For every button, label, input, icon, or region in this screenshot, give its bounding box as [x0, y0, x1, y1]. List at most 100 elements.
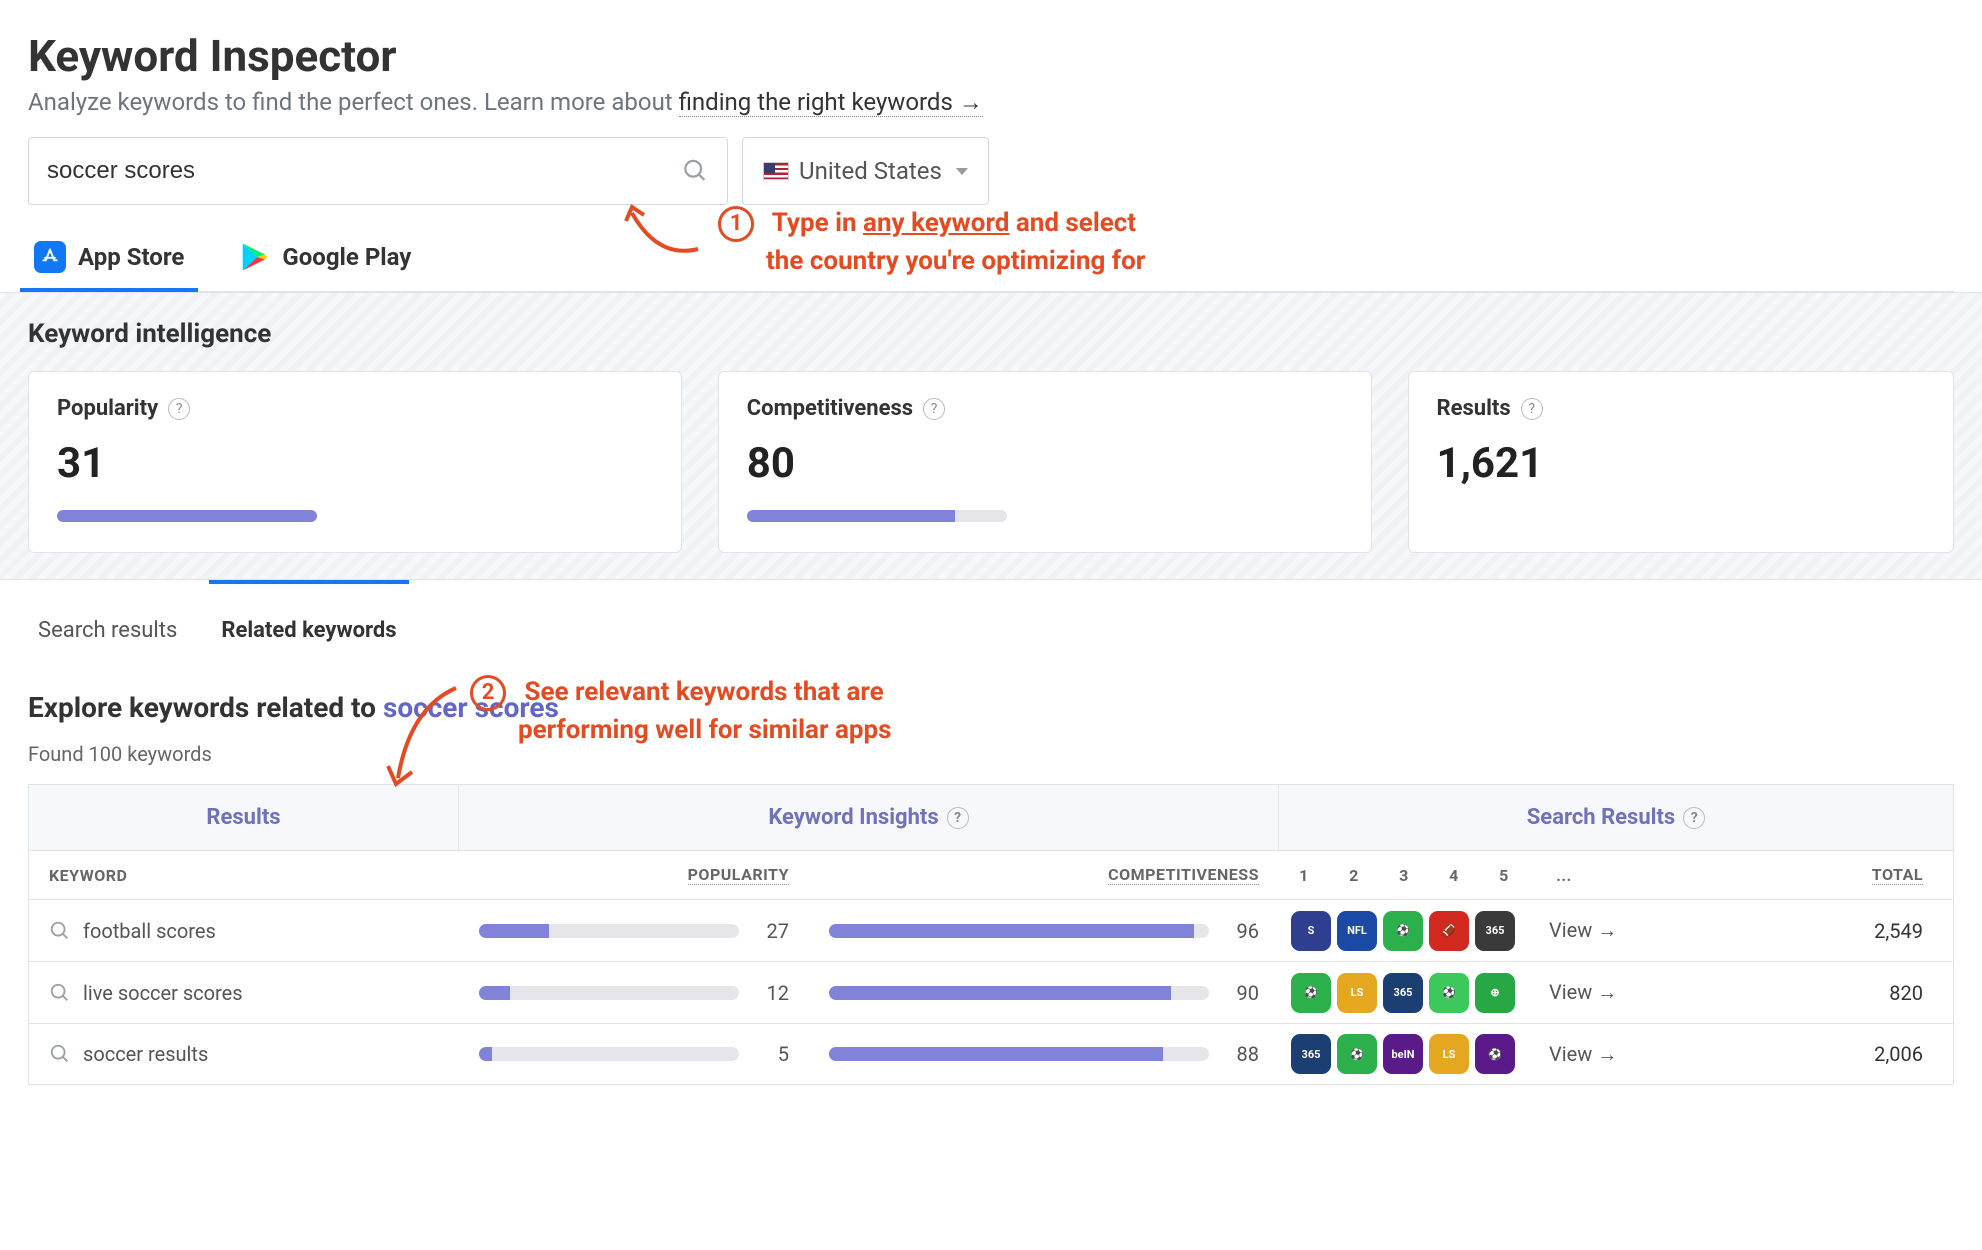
- tab-google-play-label: Google Play: [282, 243, 411, 271]
- popularity-row-bar: [479, 986, 739, 1000]
- app-icon[interactable]: ⚽: [1383, 911, 1423, 951]
- results-card: Results ? 1,621: [1408, 371, 1955, 553]
- col-2: 2: [1329, 852, 1379, 899]
- tab-google-play[interactable]: Google Play: [236, 235, 415, 291]
- total-cell: 2,549: [1669, 919, 1953, 943]
- view-link[interactable]: View →: [1549, 918, 1669, 943]
- search-icon: [49, 1043, 71, 1065]
- popularity-bar: [57, 510, 317, 522]
- us-flag-icon: [763, 162, 789, 180]
- competitiveness-row-value: 88: [1223, 1042, 1259, 1066]
- subtitle-link[interactable]: finding the right keywords →: [679, 88, 983, 117]
- competitiveness-label: Competitiveness: [747, 396, 913, 421]
- app-icon[interactable]: LS: [1429, 1034, 1469, 1074]
- search-icon[interactable]: [682, 157, 709, 185]
- keyword-search-box[interactable]: [28, 137, 728, 205]
- col-competitiveness[interactable]: COMPETITIVENESS: [809, 851, 1279, 899]
- competitiveness-row-value: 96: [1223, 919, 1259, 943]
- help-icon[interactable]: ?: [947, 807, 969, 829]
- col-popularity[interactable]: POPULARITY: [459, 851, 809, 899]
- popularity-cell: 12: [459, 981, 809, 1005]
- keyword-cell[interactable]: football scores: [29, 919, 459, 943]
- col-more: ...: [1529, 852, 1599, 899]
- competitiveness-row-value: 90: [1223, 981, 1259, 1005]
- app-icon[interactable]: beIN: [1383, 1034, 1423, 1074]
- view-link[interactable]: View →: [1549, 980, 1669, 1005]
- competitiveness-bar: [747, 510, 1007, 522]
- total-cell: 820: [1669, 981, 1953, 1005]
- app-icon[interactable]: 365: [1291, 1034, 1331, 1074]
- competitiveness-card: Competitiveness ? 80: [718, 371, 1372, 553]
- step2-text: See relevant keywords that are performin…: [470, 677, 891, 745]
- group-search-results: Search Results ?: [1279, 785, 1953, 850]
- keyword-text: live soccer scores: [83, 981, 243, 1005]
- competitiveness-row-bar: [829, 1047, 1209, 1061]
- popularity-cell: 5: [459, 1042, 809, 1066]
- keyword-text: soccer results: [83, 1042, 208, 1066]
- step1-number-icon: 1: [718, 206, 754, 242]
- app-icon[interactable]: LS: [1337, 973, 1377, 1013]
- col-keyword[interactable]: KEYWORD: [29, 852, 459, 899]
- popularity-bar-fill: [57, 510, 317, 522]
- tab-search-results[interactable]: Search results: [32, 610, 183, 655]
- popularity-row-value: 5: [753, 1042, 789, 1066]
- table-row: live soccer scores1290⚽LS365⚽⊕View →820: [28, 961, 1954, 1023]
- competitiveness-row-bar: [829, 986, 1209, 1000]
- step1-text: Type in any keyword and select the count…: [718, 208, 1145, 276]
- explore-title-lead: Explore keywords related to: [28, 691, 383, 724]
- keyword-text: football scores: [83, 919, 216, 943]
- help-icon[interactable]: ?: [923, 398, 945, 420]
- app-store-icon: [34, 241, 66, 273]
- tab-app-store-label: App Store: [78, 243, 184, 271]
- table-sub-header: KEYWORD POPULARITY COMPETITIVENESS 1 2 3…: [28, 850, 1954, 899]
- app-icon[interactable]: 🏈: [1429, 911, 1469, 951]
- keyword-cell[interactable]: soccer results: [29, 1042, 459, 1066]
- group-insights: Keyword Insights ?: [459, 785, 1279, 850]
- app-icons-cell: ⚽LS365⚽⊕: [1279, 973, 1549, 1013]
- table-group-header: Results Keyword Insights ? Search Result…: [28, 784, 1954, 850]
- app-icon[interactable]: 365: [1475, 911, 1515, 951]
- total-cell: 2,006: [1669, 1042, 1953, 1066]
- col-1: 1: [1279, 852, 1329, 899]
- country-label: United States: [799, 157, 942, 185]
- app-icon[interactable]: ⚽: [1475, 1034, 1515, 1074]
- competitiveness-cell: 88: [809, 1042, 1279, 1066]
- page-title: Keyword Inspector: [28, 30, 1954, 82]
- help-icon[interactable]: ?: [1521, 398, 1543, 420]
- competitiveness-cell: 96: [809, 919, 1279, 943]
- app-icon[interactable]: ⚽: [1337, 1034, 1377, 1074]
- competitiveness-bar-fill: [747, 510, 955, 522]
- help-icon[interactable]: ?: [1683, 807, 1705, 829]
- view-link[interactable]: View →: [1549, 1042, 1669, 1067]
- results-value: 1,621: [1437, 439, 1926, 488]
- competitiveness-value: 80: [747, 439, 1343, 488]
- popularity-label: Popularity: [57, 396, 158, 421]
- keyword-input[interactable]: [47, 157, 682, 185]
- tab-related-keywords[interactable]: Related keywords: [215, 610, 402, 655]
- help-icon[interactable]: ?: [168, 398, 190, 420]
- app-icon[interactable]: 365: [1383, 973, 1423, 1013]
- search-icon: [49, 982, 71, 1004]
- app-icons-cell: SNFL⚽🏈365: [1279, 911, 1549, 951]
- search-icon: [49, 920, 71, 942]
- ki-section-title: Keyword intelligence: [28, 319, 1954, 349]
- table-row: soccer results588365⚽beINLS⚽View →2,006: [28, 1023, 1954, 1085]
- app-icon[interactable]: ⊕: [1475, 973, 1515, 1013]
- app-icon[interactable]: ⚽: [1429, 973, 1469, 1013]
- competitiveness-cell: 90: [809, 981, 1279, 1005]
- popularity-value: 31: [57, 439, 653, 488]
- page-subtitle: Analyze keywords to find the perfect one…: [28, 88, 1954, 117]
- annotation-step2: 2 See relevant keywords that are perform…: [470, 674, 891, 749]
- keyword-cell[interactable]: live soccer scores: [29, 981, 459, 1005]
- popularity-card: Popularity ? 31: [28, 371, 682, 553]
- app-icon[interactable]: S: [1291, 911, 1331, 951]
- popularity-cell: 27: [459, 919, 809, 943]
- tab-app-store[interactable]: App Store: [30, 235, 188, 291]
- found-count: Found 100 keywords: [28, 742, 1954, 766]
- col-total[interactable]: TOTAL: [1599, 851, 1953, 899]
- app-icon[interactable]: ⚽: [1291, 973, 1331, 1013]
- col-5: 5: [1479, 852, 1529, 899]
- popularity-row-value: 27: [753, 919, 789, 943]
- country-select[interactable]: United States: [742, 137, 989, 205]
- app-icon[interactable]: NFL: [1337, 911, 1377, 951]
